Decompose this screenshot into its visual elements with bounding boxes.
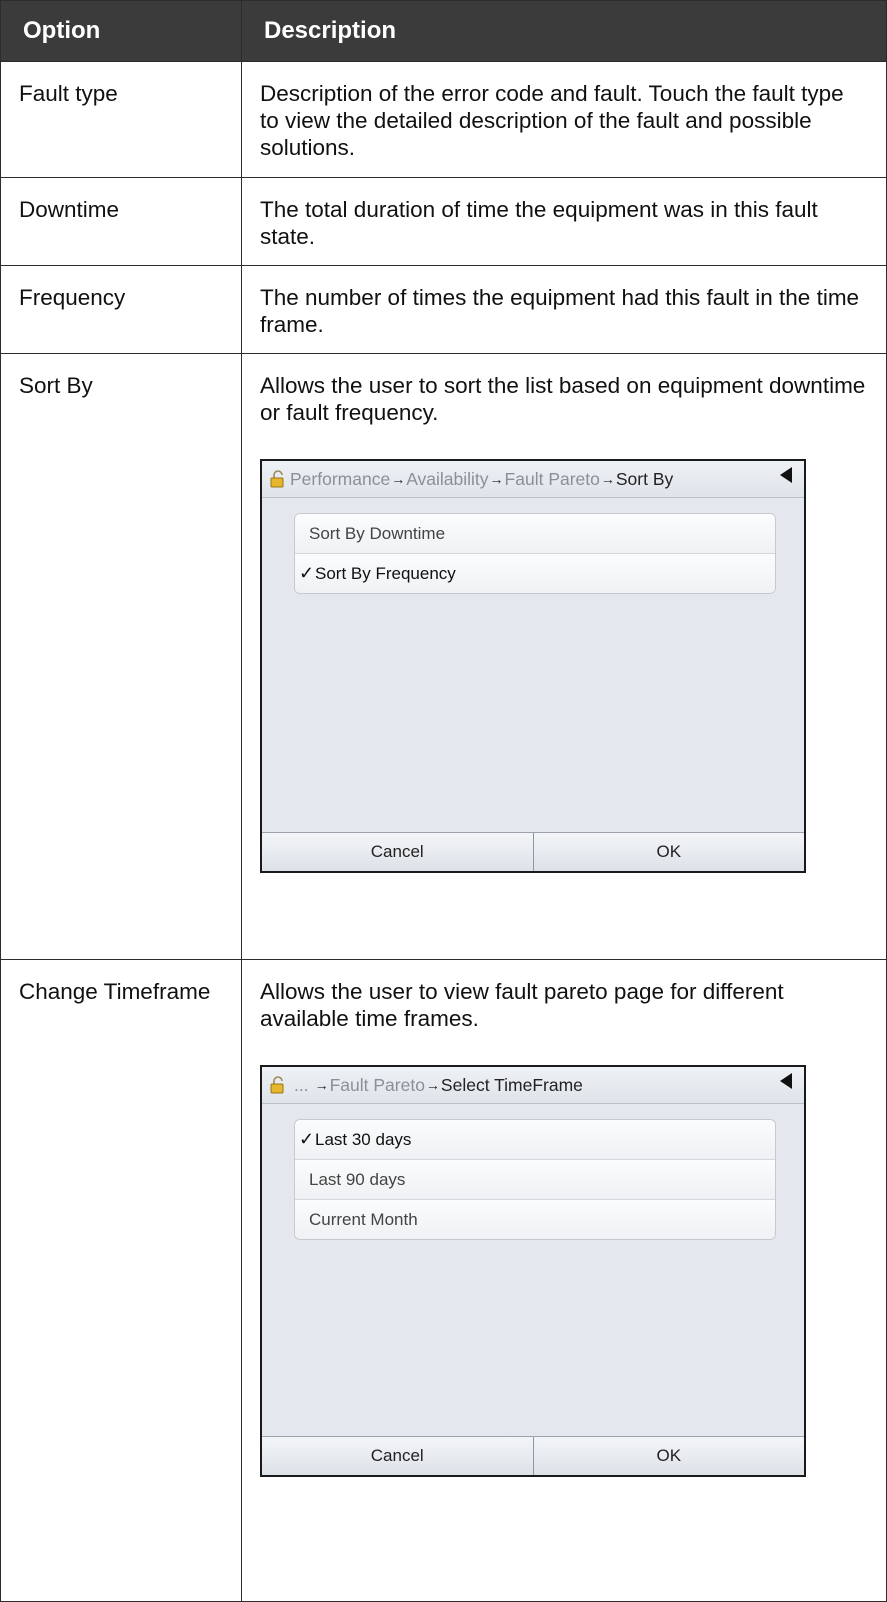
option-label: Sort By Downtime: [309, 524, 446, 543]
description-cell: Allows the user to sort the list based o…: [241, 353, 887, 960]
breadcrumb-item: Fault Pareto: [329, 1074, 425, 1095]
description-text: Allows the user to view fault pareto pag…: [260, 979, 784, 1031]
option-label: Last 30 days: [315, 1130, 412, 1149]
checkmark-icon: ✓: [299, 1129, 315, 1149]
sort-by-screen: Performance → Availability → Fault Pareto → So…: [260, 459, 806, 873]
breadcrumb-current: Select TimeFrame: [440, 1074, 583, 1095]
table-row: Downtime The total duration of time the …: [0, 177, 887, 266]
options-table: Option Description Fault type Descriptio…: [0, 0, 887, 1602]
breadcrumb-item: Performance: [290, 468, 391, 489]
arrow-icon: →: [314, 1076, 329, 1093]
cancel-button[interactable]: Cancel: [262, 833, 533, 871]
sort-by-frequency-option[interactable]: ✓Sort By Frequency: [295, 553, 775, 593]
breadcrumb-ellipsis: ...: [294, 1074, 309, 1095]
ok-button[interactable]: OK: [532, 1437, 804, 1475]
select-timeframe-screen: ... → Fault Pareto → Select TimeFrame ✓Last…: [260, 1065, 806, 1477]
dialog-footer: Cancel OK: [262, 1436, 804, 1475]
breadcrumb-item: Fault Pareto: [504, 468, 600, 489]
description-cell: The number of times the equipment had th…: [241, 265, 887, 354]
table-header-row: Option Description: [0, 0, 887, 62]
sort-options-list: Sort By Downtime ✓Sort By Frequency: [294, 513, 776, 594]
last-90-days-option[interactable]: Last 90 days: [295, 1159, 775, 1199]
back-arrow-icon[interactable]: [780, 467, 792, 483]
back-arrow-icon[interactable]: [780, 1073, 792, 1089]
option-cell: Fault type: [0, 61, 242, 178]
lock-icon[interactable]: [270, 1075, 286, 1094]
description-cell: Allows the user to view fault pareto pag…: [241, 959, 887, 1602]
arrow-icon: →: [425, 1076, 440, 1093]
description-text: Allows the user to sort the list based o…: [260, 373, 866, 425]
header-option: Option: [0, 0, 242, 62]
sort-by-downtime-option[interactable]: Sort By Downtime: [295, 514, 775, 553]
last-30-days-option[interactable]: ✓Last 30 days: [295, 1120, 775, 1159]
lock-icon[interactable]: [270, 469, 286, 488]
arrow-icon: →: [391, 470, 406, 487]
table-row: Sort By Allows the user to sort the list…: [0, 353, 887, 960]
arrow-icon: →: [600, 470, 615, 487]
description-cell: The total duration of time the equipment…: [241, 177, 887, 266]
header-description: Description: [241, 0, 887, 62]
option-cell: Sort By: [0, 353, 242, 960]
option-cell: Downtime: [0, 177, 242, 266]
breadcrumb-item: Availability: [406, 468, 489, 489]
breadcrumb-current: Sort By: [615, 468, 674, 489]
option-label: Sort By Frequency: [315, 564, 456, 583]
description-cell: Description of the error code and fault.…: [241, 61, 887, 178]
checkmark-icon: ✓: [299, 563, 315, 583]
option-cell: Change Timeframe: [0, 959, 242, 1602]
option-cell: Frequency: [0, 265, 242, 354]
breadcrumb: ... → Fault Pareto → Select TimeFrame: [262, 1067, 804, 1104]
table-row: Change Timeframe Allows the user to view…: [0, 959, 887, 1602]
table-row: Frequency The number of times the equipm…: [0, 265, 887, 354]
option-label: Current Month: [309, 1210, 418, 1229]
current-month-option[interactable]: Current Month: [295, 1199, 775, 1239]
dialog-footer: Cancel OK: [262, 832, 804, 871]
cancel-button[interactable]: Cancel: [262, 1437, 533, 1475]
table-row: Fault type Description of the error code…: [0, 61, 887, 178]
timeframe-options-list: ✓Last 30 days Last 90 days Current Month: [294, 1119, 776, 1240]
option-label: Last 90 days: [309, 1170, 406, 1189]
breadcrumb: Performance → Availability → Fault Pareto → So…: [262, 461, 804, 498]
arrow-icon: →: [489, 470, 504, 487]
ok-button[interactable]: OK: [532, 833, 804, 871]
